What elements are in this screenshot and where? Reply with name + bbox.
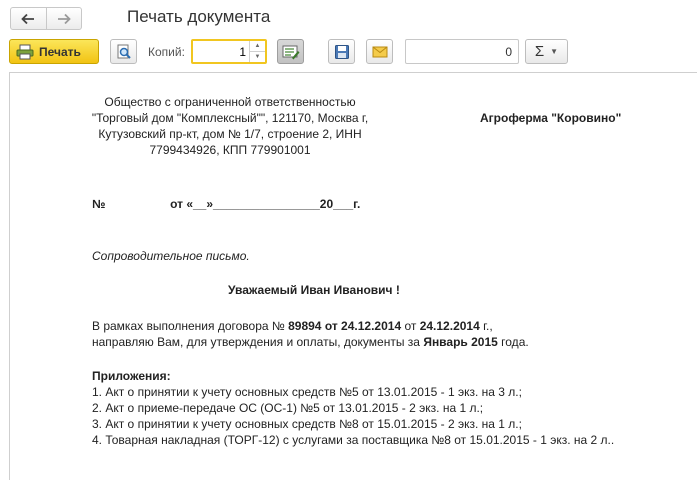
greeting: Уважаемый Иван Иванович ! [228, 283, 400, 297]
document-number-line: № от «__»________________20___г. [92, 197, 360, 211]
floppy-disk-icon [334, 44, 349, 59]
sender-line: "Торговый дом "Комплексный"", 121170, Мо… [91, 111, 369, 125]
attachment-item: 1. Акт о принятии к учету основных средс… [92, 385, 522, 399]
copies-label: Копий: [148, 45, 185, 59]
body-line-2: направляю Вам, для утверждения и оплаты,… [92, 334, 529, 350]
attachments-title: Приложения: [92, 369, 171, 383]
contract-from: от 24.12.2014 [321, 319, 402, 333]
number-label: № [92, 197, 106, 211]
navigation-buttons [10, 7, 82, 30]
back-button[interactable] [11, 8, 46, 29]
copies-increment-button[interactable]: ▲ [250, 41, 265, 51]
recipient-name: Агроферма "Коровино" [480, 111, 622, 125]
sender-line: Кутузовский пр-кт, дом № 1/7, строение 2… [98, 127, 362, 141]
print-preview-icon [117, 44, 131, 59]
attachment-item: 4. Товарная накладная (ТОРГ-12) с услуга… [92, 433, 615, 447]
body-text: от [401, 319, 420, 333]
forward-button[interactable] [45, 8, 82, 29]
period: Январь 2015 [423, 335, 498, 349]
arrow-right-icon [57, 13, 71, 24]
sum-field[interactable] [405, 39, 519, 64]
body-line-1: В рамках выполнения договора № 89894 от … [92, 318, 529, 334]
edit-document-icon [282, 45, 299, 59]
sender-line: Общество с ограниченной ответственностью [104, 95, 356, 109]
attachment-item: 3. Акт о принятии к учету основных средс… [92, 417, 522, 431]
attachment-item: 2. Акт о приеме-передаче ОС (ОС-1) №5 от… [92, 401, 484, 415]
toolbar: Печать Копий: ▲ ▼ [0, 36, 697, 68]
copies-spin: ▲ ▼ [249, 41, 265, 62]
copies-decrement-button[interactable]: ▼ [250, 51, 265, 62]
envelope-icon [372, 46, 387, 57]
print-button[interactable]: Печать [9, 39, 99, 64]
attachments-block: Приложения: 1. Акт о принятии к учету ос… [92, 368, 614, 448]
document-page: Общество с ограниченной ответственностью… [10, 73, 697, 480]
date-line: от «__»________________20___г. [170, 197, 361, 211]
document-preview[interactable]: Общество с ограниченной ответственностью… [9, 72, 697, 480]
sum-dropdown-button[interactable]: Σ ▼ [525, 39, 568, 64]
body-text: г., [479, 319, 493, 333]
sender-line: 7799434926, КПП 779901001 [149, 143, 311, 157]
contract-number: 89894 [288, 319, 322, 333]
send-email-button[interactable] [366, 39, 393, 64]
edit-document-button[interactable] [277, 39, 304, 64]
sigma-icon: Σ [534, 43, 545, 60]
body-text: В рамках выполнения договора № [92, 319, 289, 333]
arrow-left-icon [21, 13, 35, 24]
sender-block: Общество с ограниченной ответственностью… [70, 94, 390, 158]
save-button[interactable] [328, 39, 355, 64]
letter-body: В рамках выполнения договора № 89894 от … [92, 318, 529, 350]
contract-date: 24.12.2014 [419, 319, 480, 333]
copies-input[interactable] [193, 41, 249, 62]
cover-letter-label: Сопроводительное письмо. [92, 249, 250, 263]
copies-stepper[interactable]: ▲ ▼ [191, 39, 267, 64]
print-button-label: Печать [39, 44, 81, 59]
body-text: направляю Вам, для утверждения и оплаты,… [92, 335, 424, 349]
body-text: года. [497, 335, 529, 349]
chevron-down-icon: ▼ [550, 47, 559, 56]
printer-icon [16, 44, 34, 59]
print-preview-button[interactable] [110, 39, 137, 64]
window-title: Печать документа [127, 7, 271, 26]
